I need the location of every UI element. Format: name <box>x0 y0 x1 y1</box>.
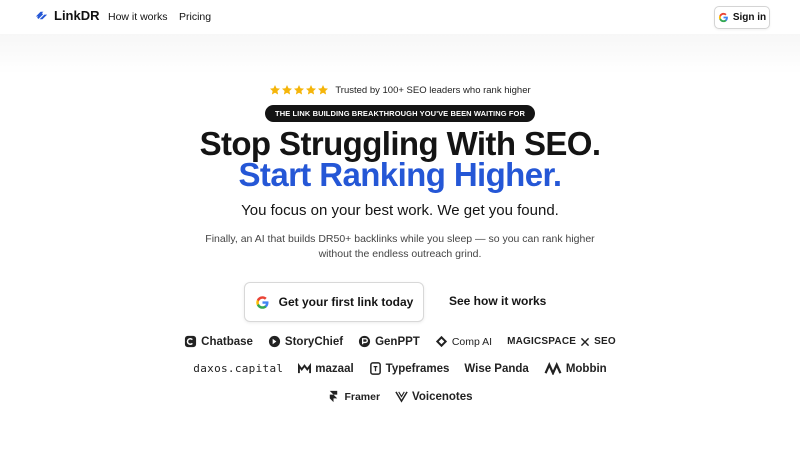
typeframes-icon <box>369 362 381 375</box>
linkdr-logo-icon <box>35 11 48 20</box>
header-gradient <box>0 34 800 74</box>
logo-wise-panda: Wise Panda <box>464 362 529 375</box>
mobbin-icon <box>544 362 562 375</box>
nav-link-pricing[interactable]: Pricing <box>179 11 211 23</box>
google-icon <box>255 295 269 309</box>
voicenotes-icon <box>395 391 408 403</box>
chatbase-icon <box>185 335 197 348</box>
get-first-link-button[interactable]: Get your first link today <box>244 282 424 322</box>
trust-text: Trusted by 100+ SEO leaders who rank hig… <box>335 84 531 96</box>
rating-stars <box>269 84 329 96</box>
brand-name: LinkDR <box>54 8 100 23</box>
logo-row-2: daxos.capital mazaal Typeframes Wise Pan… <box>0 362 800 375</box>
star-icon <box>318 85 329 95</box>
logo-row-1: Chatbase StoryChief GenPPT Comp AI MAGIC… <box>0 335 800 348</box>
star-icon <box>282 85 293 95</box>
cta-primary-label: Get your first link today <box>278 295 414 309</box>
logo-storychief: StoryChief <box>268 335 343 348</box>
framer-icon <box>330 390 338 403</box>
logo-typeframes: Typeframes <box>369 362 449 375</box>
logo-chatbase: Chatbase <box>184 335 253 348</box>
logo-mobbin: Mobbin <box>544 362 607 375</box>
sign-in-button[interactable]: Sign in <box>714 6 770 29</box>
nav-link-how-it-works[interactable]: How it works <box>108 11 168 23</box>
trust-row: Trusted by 100+ SEO leaders who rank hig… <box>0 84 800 96</box>
logo-framer: Framer <box>327 390 380 403</box>
google-icon <box>718 12 728 23</box>
top-nav: LinkDR How it works Pricing Sign in <box>0 0 800 34</box>
cross-icon <box>581 337 590 346</box>
genppt-icon <box>359 335 371 348</box>
brand-logo[interactable]: LinkDR <box>34 8 100 23</box>
announcement-pill-wrap: THE LINK BUILDING BREAKTHROUGH YOU'VE BE… <box>0 105 800 122</box>
mazaal-icon <box>298 362 312 374</box>
logo-comp-ai: Comp AI <box>435 335 492 348</box>
logo-magicspace-seo: MAGICSPACE SEO <box>507 336 616 347</box>
comp-ai-icon <box>435 335 447 348</box>
logo-genppt: GenPPT <box>358 335 420 348</box>
headline-line-1: Stop Struggling With SEO. <box>199 125 601 162</box>
hero-subhead: You focus on your best work. We get you … <box>241 202 559 219</box>
hero-description: Finally, an AI that builds DR50+ backlin… <box>205 233 595 260</box>
headline-line-2: Start Ranking Higher. <box>238 156 563 193</box>
announcement-pill: THE LINK BUILDING BREAKTHROUGH YOU'VE BE… <box>265 105 535 122</box>
star-icon <box>270 85 281 95</box>
logo-mazaal: mazaal <box>298 362 354 375</box>
logo-voicenotes: Voicenotes <box>395 390 473 403</box>
logo-row-3: Framer Voicenotes <box>0 390 800 403</box>
sign-in-label: Sign in <box>732 12 767 23</box>
hero-headline: Stop Struggling With SEO. Start Ranking … <box>0 125 800 193</box>
star-icon <box>294 85 305 95</box>
see-how-it-works-link[interactable]: See how it works <box>449 294 546 308</box>
star-icon <box>306 85 317 95</box>
logo-daxos-capital: daxos.capital <box>193 362 284 375</box>
storychief-icon <box>268 335 280 348</box>
